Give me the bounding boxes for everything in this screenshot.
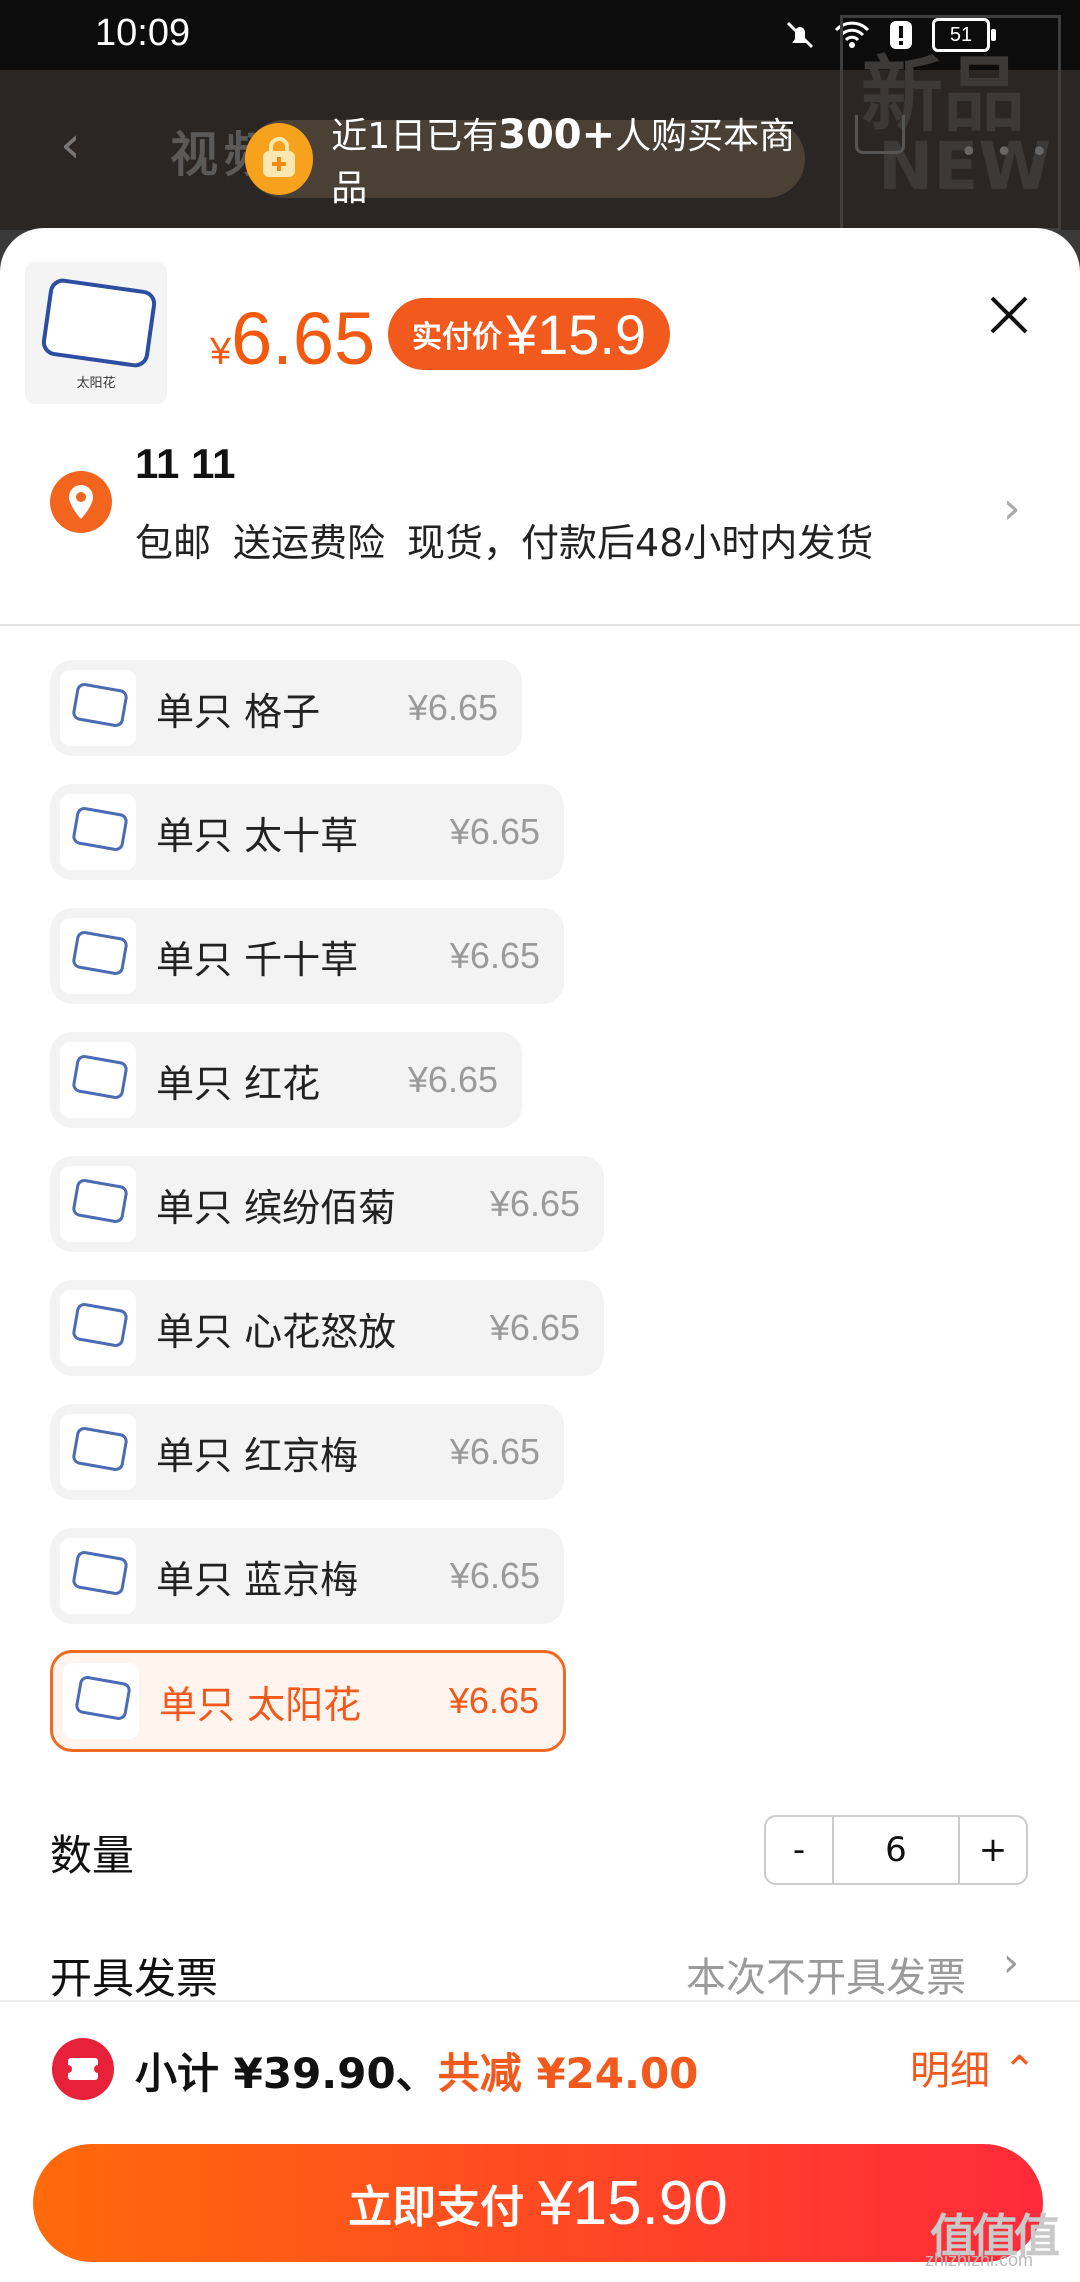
sku-thumbnail (63, 1663, 139, 1739)
sku-option[interactable]: 单只 红京梅 ¥6.65 (50, 1404, 564, 1500)
sku-thumbnail (60, 1166, 136, 1242)
sku-thumbnail (60, 1290, 136, 1366)
recipient-name: 11 11 (135, 440, 236, 487)
quantity-value[interactable]: 6 (834, 1817, 958, 1883)
product-thumbnail[interactable]: 太阳花 (25, 262, 167, 404)
unit-price: ¥6.65 (210, 297, 376, 380)
sku-option[interactable]: 单只 心花怒放 ¥6.65 (50, 1280, 604, 1376)
quantity-label: 数量 (50, 1831, 135, 1880)
detail-toggle[interactable]: 明细 ⌃ (910, 2038, 1036, 2096)
back-icon: ‹ (60, 115, 81, 175)
sku-option-selected[interactable]: 单只 太阳花 ¥6.65 (50, 1650, 566, 1752)
shipping-info: 包邮 送运费险 现货，付款后48小时内发货 (135, 521, 874, 565)
subtotal-summary: 小计 ¥39.90、共减 ¥24.00 (135, 2049, 699, 2098)
sku-option[interactable]: 单只 缤纷佰菊 ¥6.65 (50, 1156, 604, 1252)
close-icon[interactable] (982, 288, 1036, 342)
chevron-right-icon: › (1003, 1940, 1019, 1986)
mute-icon (786, 21, 814, 49)
chevron-up-icon: ⌃ (1002, 2048, 1037, 2094)
more-icon: • • • (960, 135, 1053, 170)
actual-price-badge: 实付价 ¥15.9 (388, 298, 671, 370)
coupon-icon (52, 2038, 114, 2100)
watermark-site: zhizhizhi.com (925, 2250, 1034, 2270)
chevron-right-icon: › (1003, 483, 1021, 534)
sku-option[interactable]: 单只 蓝京梅 ¥6.65 (50, 1528, 564, 1624)
sku-thumbnail (60, 1538, 136, 1614)
pay-now-button[interactable]: 立即支付 ¥15.90 (33, 2144, 1043, 2262)
sku-option[interactable]: 单只 格子 ¥6.65 (50, 660, 522, 756)
sku-thumbnail (60, 794, 136, 870)
bag-plus-icon (245, 123, 314, 195)
sku-thumbnail (60, 1042, 136, 1118)
status-time: 10:09 (95, 12, 191, 54)
sku-option[interactable]: 单只 红花 ¥6.65 (50, 1032, 522, 1128)
location-pin-icon (50, 471, 112, 533)
purchase-promo-banner: 近1日已有300+人购买本商品 (245, 112, 805, 209)
divider (0, 624, 1080, 626)
increment-button[interactable]: + (958, 1817, 1026, 1883)
sku-option[interactable]: 单只 太十草 ¥6.65 (50, 784, 564, 880)
cart-icon (855, 115, 905, 154)
decrement-button[interactable]: - (766, 1817, 834, 1883)
sku-thumbnail (60, 918, 136, 994)
sku-thumbnail (60, 670, 136, 746)
sku-thumbnail (60, 1414, 136, 1490)
checkout-footer: 小计 ¥39.90、共减 ¥24.00 明细 ⌃ 立即支付 ¥15.90 (0, 2000, 1080, 2282)
sku-option[interactable]: 单只 千十草 ¥6.65 (50, 908, 564, 1004)
invoice-label: 开具发票 (50, 1954, 219, 2003)
quantity-stepper: - 6 + (764, 1815, 1028, 1885)
